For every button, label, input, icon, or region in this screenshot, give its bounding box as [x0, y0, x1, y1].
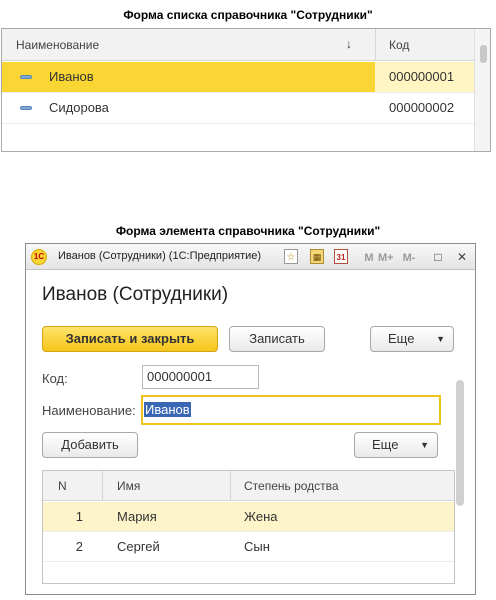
- cell-n: 2: [75, 539, 83, 554]
- code-label: Код:: [42, 371, 68, 386]
- write-button[interactable]: Записать: [229, 326, 325, 352]
- table-more-menu-button[interactable]: Еще ▼: [354, 432, 438, 458]
- list-scrollbar[interactable]: [474, 29, 490, 151]
- element-icon: [20, 75, 32, 79]
- row-divider: [2, 123, 474, 124]
- list-form-caption: Форма списка справочника "Сотрудники": [123, 8, 373, 22]
- list-header: Наименование ↓ Код: [2, 29, 474, 61]
- cell-n: 1: [75, 509, 83, 524]
- table-row[interactable]: 2 Сергей Сын: [43, 532, 454, 562]
- column-separator[interactable]: [375, 29, 376, 61]
- column-header-n[interactable]: N: [58, 479, 67, 493]
- row-code: 000000001: [389, 69, 455, 84]
- window-title: Иванов (Сотрудники) (1С:Предприятие): [58, 250, 262, 262]
- memory-minus-button[interactable]: M-: [402, 251, 416, 266]
- restore-icon[interactable]: □: [430, 249, 446, 265]
- form-scrollbar-thumb[interactable]: [456, 380, 464, 506]
- name-field-selected-text: Иванов: [144, 402, 191, 417]
- cell-relation: Сын: [244, 539, 270, 554]
- column-header-name[interactable]: Наименование: [16, 38, 99, 52]
- dropdown-arrow-icon: ▼: [436, 334, 445, 344]
- list-row[interactable]: Сидорова 000000002: [2, 93, 474, 123]
- name-field[interactable]: Иванов: [141, 395, 441, 425]
- element-form-caption: Форма элемента справочника "Сотрудники": [115, 224, 381, 238]
- dropdown-arrow-icon: ▼: [420, 440, 429, 450]
- list-row[interactable]: Иванов 000000001: [2, 62, 474, 92]
- cell-relation: Жена: [244, 509, 278, 524]
- row-code: 000000002: [389, 100, 455, 115]
- table-header: N Имя Степень родства: [43, 471, 454, 501]
- name-label: Наименование:: [42, 403, 136, 418]
- column-separator[interactable]: [230, 471, 231, 501]
- window-titlebar[interactable]: 1С Иванов (Сотрудники) (1С:Предприятие) …: [26, 244, 475, 270]
- row-name: Иванов: [49, 69, 94, 84]
- column-header-relation[interactable]: Степень родства: [244, 479, 339, 493]
- relatives-table: N Имя Степень родства 1 Мария Жена 2 Сер…: [42, 470, 455, 584]
- element-form-window: 1С Иванов (Сотрудники) (1С:Предприятие) …: [25, 243, 476, 595]
- table-row[interactable]: 1 Мария Жена: [43, 502, 454, 532]
- column-header-code[interactable]: Код: [389, 38, 409, 52]
- memory-plus-button[interactable]: M+: [378, 251, 394, 266]
- cell-name: Мария: [117, 509, 157, 524]
- list-form: Наименование ↓ Код Иванов 000000001 Сидо…: [1, 28, 491, 152]
- row-divider: [43, 561, 454, 562]
- write-and-close-button[interactable]: Записать и закрыть: [42, 326, 218, 352]
- sort-arrow-icon[interactable]: ↓: [346, 37, 352, 51]
- list-scrollbar-thumb[interactable]: [480, 45, 487, 63]
- column-header-name[interactable]: Имя: [117, 479, 140, 493]
- cell-name: Сергей: [117, 539, 160, 554]
- row-name: Сидорова: [49, 100, 109, 115]
- calendar-icon[interactable]: 31: [334, 249, 348, 264]
- code-field[interactable]: 000000001: [142, 365, 259, 389]
- add-button[interactable]: Добавить: [42, 432, 138, 458]
- element-icon: [20, 106, 32, 110]
- memory-button[interactable]: M: [362, 251, 376, 266]
- page-title: Иванов (Сотрудники): [42, 284, 229, 305]
- calculator-icon[interactable]: ▦: [310, 249, 324, 264]
- app-logo-icon: 1С: [31, 249, 47, 265]
- more-menu-button[interactable]: Еще ▼: [370, 326, 454, 352]
- close-icon[interactable]: ✕: [454, 249, 470, 265]
- column-separator[interactable]: [102, 471, 103, 501]
- more-menu-label: Еще: [388, 331, 415, 346]
- favorite-icon[interactable]: ☆: [284, 249, 298, 264]
- table-more-menu-label: Еще: [372, 437, 399, 452]
